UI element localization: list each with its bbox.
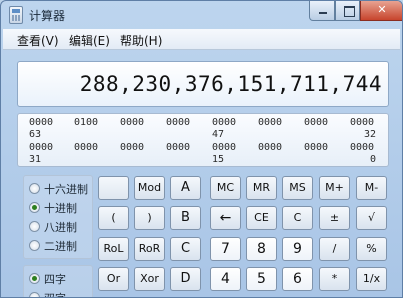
bit-position-label: 31	[29, 154, 42, 165]
hex-d-key[interactable]: D	[170, 267, 201, 291]
menu-bar: 查看(V) 编辑(E) 帮助(H)	[3, 29, 400, 50]
bit-group[interactable]: 0000	[258, 117, 282, 128]
radio-button-icon	[29, 292, 40, 297]
hex-a-key[interactable]: A	[170, 176, 201, 200]
bit-group[interactable]: 0000	[304, 117, 328, 128]
square-root-key[interactable]: √	[356, 206, 387, 230]
bit-position-label: 47	[212, 129, 225, 140]
calculator-app-icon	[9, 6, 23, 24]
maximize-button[interactable]	[335, 1, 360, 21]
radio-button-selected-icon	[29, 202, 40, 213]
bit-group[interactable]: 0000	[350, 117, 374, 128]
bit-group[interactable]: 0000	[350, 142, 374, 153]
bit-group[interactable]: 0000	[304, 142, 328, 153]
radio-button-icon	[29, 240, 40, 251]
digit-5-key[interactable]: 5	[246, 267, 277, 291]
clear-entry-key[interactable]: CE	[246, 206, 277, 230]
digit-7-key[interactable]: 7	[210, 237, 241, 261]
digit-4-key[interactable]: 4	[210, 267, 241, 291]
close-paren-key[interactable]: )	[134, 206, 165, 230]
bit-group[interactable]: 0000	[29, 142, 53, 153]
digit-8-key[interactable]: 8	[246, 237, 277, 261]
bit-position-label: 0	[370, 154, 377, 165]
close-icon: ✕	[377, 3, 387, 16]
radio-button-icon	[29, 221, 40, 232]
bit-group[interactable]: 0000	[120, 142, 144, 153]
result-display: 288,230,376,151,711,744	[17, 61, 389, 107]
clear-key[interactable]: C	[282, 206, 313, 230]
hex-b-key[interactable]: B	[170, 206, 201, 230]
close-button[interactable]: ✕	[360, 1, 402, 21]
bit-group[interactable]: 0000	[74, 142, 98, 153]
bit-position-label: 15	[212, 154, 225, 165]
rotate-left-key[interactable]: RoL	[98, 237, 129, 261]
hex-c-key[interactable]: C	[170, 237, 201, 261]
percent-key[interactable]: %	[356, 237, 387, 261]
minimize-button[interactable]	[309, 1, 335, 21]
xor-key[interactable]: Xor	[134, 267, 165, 291]
rotate-right-key[interactable]: RoR	[134, 237, 165, 261]
bit-group[interactable]: 0000	[258, 142, 282, 153]
window-title: 计算器	[29, 9, 66, 23]
memory-recall-key[interactable]: MR	[246, 176, 277, 200]
multiply-key[interactable]: *	[319, 267, 350, 291]
or-key[interactable]: Or	[98, 267, 129, 291]
memory-store-key[interactable]: MS	[282, 176, 313, 200]
radio-button-selected-icon	[29, 273, 40, 284]
bit-position-label: 32	[364, 129, 377, 140]
menu-view[interactable]: 查看(V)	[17, 32, 59, 49]
radix-selector: 十六进制 十进制 八进制 二进制	[23, 175, 93, 259]
mod-key[interactable]: Mod	[134, 176, 165, 200]
menu-help[interactable]: 帮助(H)	[120, 32, 162, 49]
bit-group[interactable]: 0100	[74, 117, 98, 128]
digit-9-key[interactable]: 9	[282, 237, 313, 261]
calculator-window: 计算器 ✕ 查看(V) 编辑(E) 帮助(H) 288,230,376,151,…	[0, 0, 403, 298]
memory-subtract-key[interactable]: M-	[356, 176, 387, 200]
title-bar[interactable]: 计算器 ✕	[1, 1, 402, 29]
bit-group[interactable]: 0000	[212, 117, 236, 128]
negate-key[interactable]: ±	[319, 206, 350, 230]
blank-key[interactable]	[98, 176, 129, 200]
binary-bit-display: 0000 0100 0000 0000 0000 0000 0000 0000 …	[17, 113, 389, 167]
bit-group[interactable]: 0000	[166, 142, 190, 153]
bit-group[interactable]: 0000	[120, 117, 144, 128]
bit-position-label: 63	[29, 129, 42, 140]
bit-group[interactable]: 0000	[166, 117, 190, 128]
radio-button-icon	[29, 183, 40, 194]
open-paren-key[interactable]: (	[98, 206, 129, 230]
bit-group[interactable]: 0000	[29, 117, 53, 128]
memory-add-key[interactable]: M+	[319, 176, 350, 200]
menu-edit[interactable]: 编辑(E)	[69, 32, 110, 49]
reciprocal-key[interactable]: 1/x	[356, 267, 387, 291]
bit-group[interactable]: 0000	[212, 142, 236, 153]
memory-clear-key[interactable]: MC	[210, 176, 241, 200]
backspace-key[interactable]: ←	[210, 206, 241, 230]
divide-key[interactable]: /	[319, 237, 350, 261]
digit-6-key[interactable]: 6	[282, 267, 313, 291]
word-size-selector: 四字 双字	[23, 265, 93, 297]
display-value: 288,230,376,151,711,744	[79, 72, 382, 96]
